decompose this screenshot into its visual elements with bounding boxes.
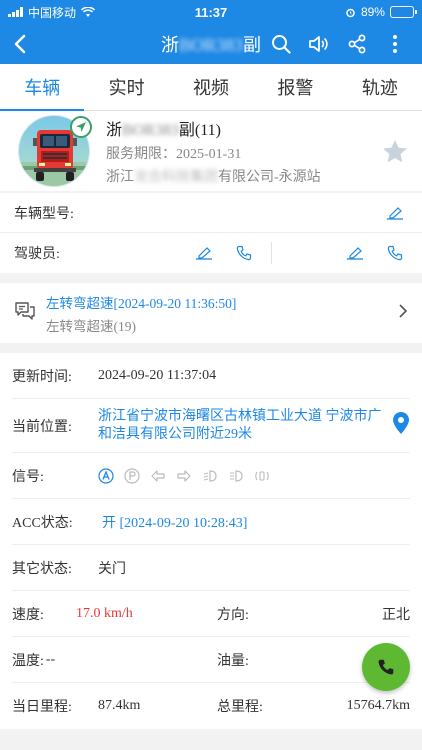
low-beam-signal-icon (202, 468, 218, 484)
tab-track[interactable]: 轨迹 (338, 64, 422, 110)
total-mileage-label: 总里程: (217, 700, 263, 715)
temperature-value: -- (45, 651, 56, 667)
update-time-label: 更新时间: (12, 369, 72, 385)
phone-icon (378, 659, 394, 675)
acc-label: ACC状态: (12, 515, 73, 531)
latest-alarm-row[interactable]: 左转弯超速[2024-09-20 11:36:50] 左转弯超速(19) (0, 283, 422, 343)
more-icon[interactable] (382, 31, 408, 57)
title-suffix: 副 (243, 35, 261, 55)
tab-vehicle[interactable]: 车辆 (0, 64, 85, 111)
back-icon[interactable] (0, 24, 40, 64)
edit-model-icon[interactable] (382, 200, 408, 226)
speed-value: 17.0 km/h (76, 605, 133, 621)
search-icon[interactable] (268, 31, 294, 57)
auto-signal-icon (98, 467, 114, 484)
location-arrow-icon (70, 116, 92, 138)
chevron-right-icon (398, 303, 408, 324)
location-label: 当前位置: (12, 419, 72, 435)
vehicle-name-prefix: 浙 (106, 122, 123, 139)
battery-percent: 89% (360, 5, 385, 19)
company-suffix: 有限公司-永源站 (218, 170, 321, 185)
wifi-icon (81, 6, 96, 17)
company-name: 浙江龙合科技集团有限公司-永源站 (106, 166, 380, 186)
divider (271, 242, 272, 264)
hazard-signal-icon (254, 468, 270, 484)
other-status-label: 其它状态: (12, 561, 72, 577)
alarm-count: 左转弯超速(19) (46, 318, 136, 334)
vehicle-info: 浙BOR383副(11) 服务期限：2025-01-31 浙江龙合科技集团有限公… (106, 116, 380, 186)
other-status-row: 其它状态: 关门 (12, 545, 410, 591)
service-period-label: 服务期限： (106, 147, 176, 162)
service-period-date: 2025-01-31 (176, 147, 242, 162)
speed-direction-row: 速度: 17.0 km/h 方向: 正北 (12, 591, 410, 637)
nav-bar: 浙BOR383副 (0, 24, 422, 64)
call-button[interactable] (362, 643, 410, 691)
vehicle-name-suffix: 副(11) (178, 122, 221, 139)
parking-signal-icon (124, 467, 140, 484)
message-icon (14, 301, 36, 326)
alarm-title: 左转弯超速[2024-09-20 11:36:50] (46, 295, 237, 311)
vehicle-card[interactable]: 浙BOR383副(11) 服务期限：2025-01-31 浙江龙合科技集团有限公… (0, 111, 422, 191)
vehicle-model-label: 车辆型号: (14, 206, 74, 222)
total-mileage-value: 15764.7km (346, 698, 410, 713)
alarm-clock-icon (346, 8, 355, 17)
battery-icon (389, 6, 417, 18)
tab-alarm[interactable]: 报警 (253, 64, 337, 110)
speed-label: 速度: (12, 607, 44, 623)
service-period: 服务期限：2025-01-31 (106, 143, 380, 163)
temp-fuel-row: 温度: -- 油量: (12, 637, 410, 683)
acc-value: 开 [2024-09-20 10:28:43] (102, 515, 248, 531)
direction-label: 方向: (217, 607, 249, 623)
status-bar: 中国移动 11:37 89% (0, 0, 422, 24)
edit-second-driver-icon[interactable] (342, 240, 368, 266)
temperature-label: 温度: (12, 653, 44, 669)
direction-value: 正北 (382, 607, 410, 623)
map-pin-icon[interactable] (392, 411, 410, 440)
call-driver-icon[interactable] (231, 240, 257, 266)
edit-driver-icon[interactable] (191, 240, 217, 266)
fuel-label: 油量: (217, 653, 249, 669)
favorite-star-icon[interactable] (380, 139, 410, 164)
signal-bars-icon (8, 7, 23, 17)
tab-realtime[interactable]: 实时 (84, 64, 168, 110)
company-name-blurred: 龙合科技集团 (134, 170, 218, 185)
driver-label: 驾驶员: (14, 247, 60, 262)
update-time-value: 2024-09-20 11:37:04 (98, 367, 217, 383)
vehicle-plate-blurred: BOR383 (122, 122, 179, 139)
mileage-row: 当日里程: 87.4km 总里程: 15764.7km (12, 683, 410, 729)
location-row[interactable]: 当前位置: 浙江省宁波市海曙区古林镇工业大道 宁波市广和洁具有限公司附近29米 (12, 399, 410, 453)
share-icon[interactable] (344, 31, 370, 57)
location-value[interactable]: 浙江省宁波市海曙区古林镇工业大道 宁波市广和洁具有限公司附近29米 (98, 408, 384, 444)
day-mileage-label: 当日里程: (12, 700, 72, 715)
call-second-driver-icon[interactable] (382, 240, 408, 266)
vehicle-details: 更新时间: 2024-09-20 11:37:04 当前位置: 浙江省宁波市海曙… (0, 353, 422, 729)
driver-row: 驾驶员: (0, 233, 422, 273)
left-turn-signal-icon (150, 468, 166, 484)
company-prefix: 浙江 (106, 170, 134, 185)
right-turn-signal-icon (176, 468, 192, 484)
acc-row: ACC状态: 开 [2024-09-20 10:28:43] (12, 499, 410, 545)
other-status-value: 关门 (98, 561, 126, 577)
tab-video[interactable]: 视频 (169, 64, 253, 110)
signal-label: 信号: (12, 469, 44, 485)
day-mileage-value: 87.4km (98, 698, 141, 713)
carrier-label: 中国移动 (28, 5, 77, 20)
high-beam-signal-icon (228, 468, 244, 484)
title-prefix: 浙 (160, 35, 179, 55)
volume-icon[interactable] (306, 31, 332, 57)
signal-row: 信号: (12, 453, 410, 499)
update-time-row: 更新时间: 2024-09-20 11:37:04 (12, 353, 410, 399)
tab-bar: 车辆 实时 视频 报警 轨迹 (0, 64, 422, 111)
vehicle-model-row: 车辆型号: (0, 193, 422, 233)
title-plate-blurred: BOR383 (178, 35, 243, 55)
clock: 11:37 (194, 4, 228, 20)
vehicle-name: 浙BOR383副(11) (106, 116, 380, 140)
